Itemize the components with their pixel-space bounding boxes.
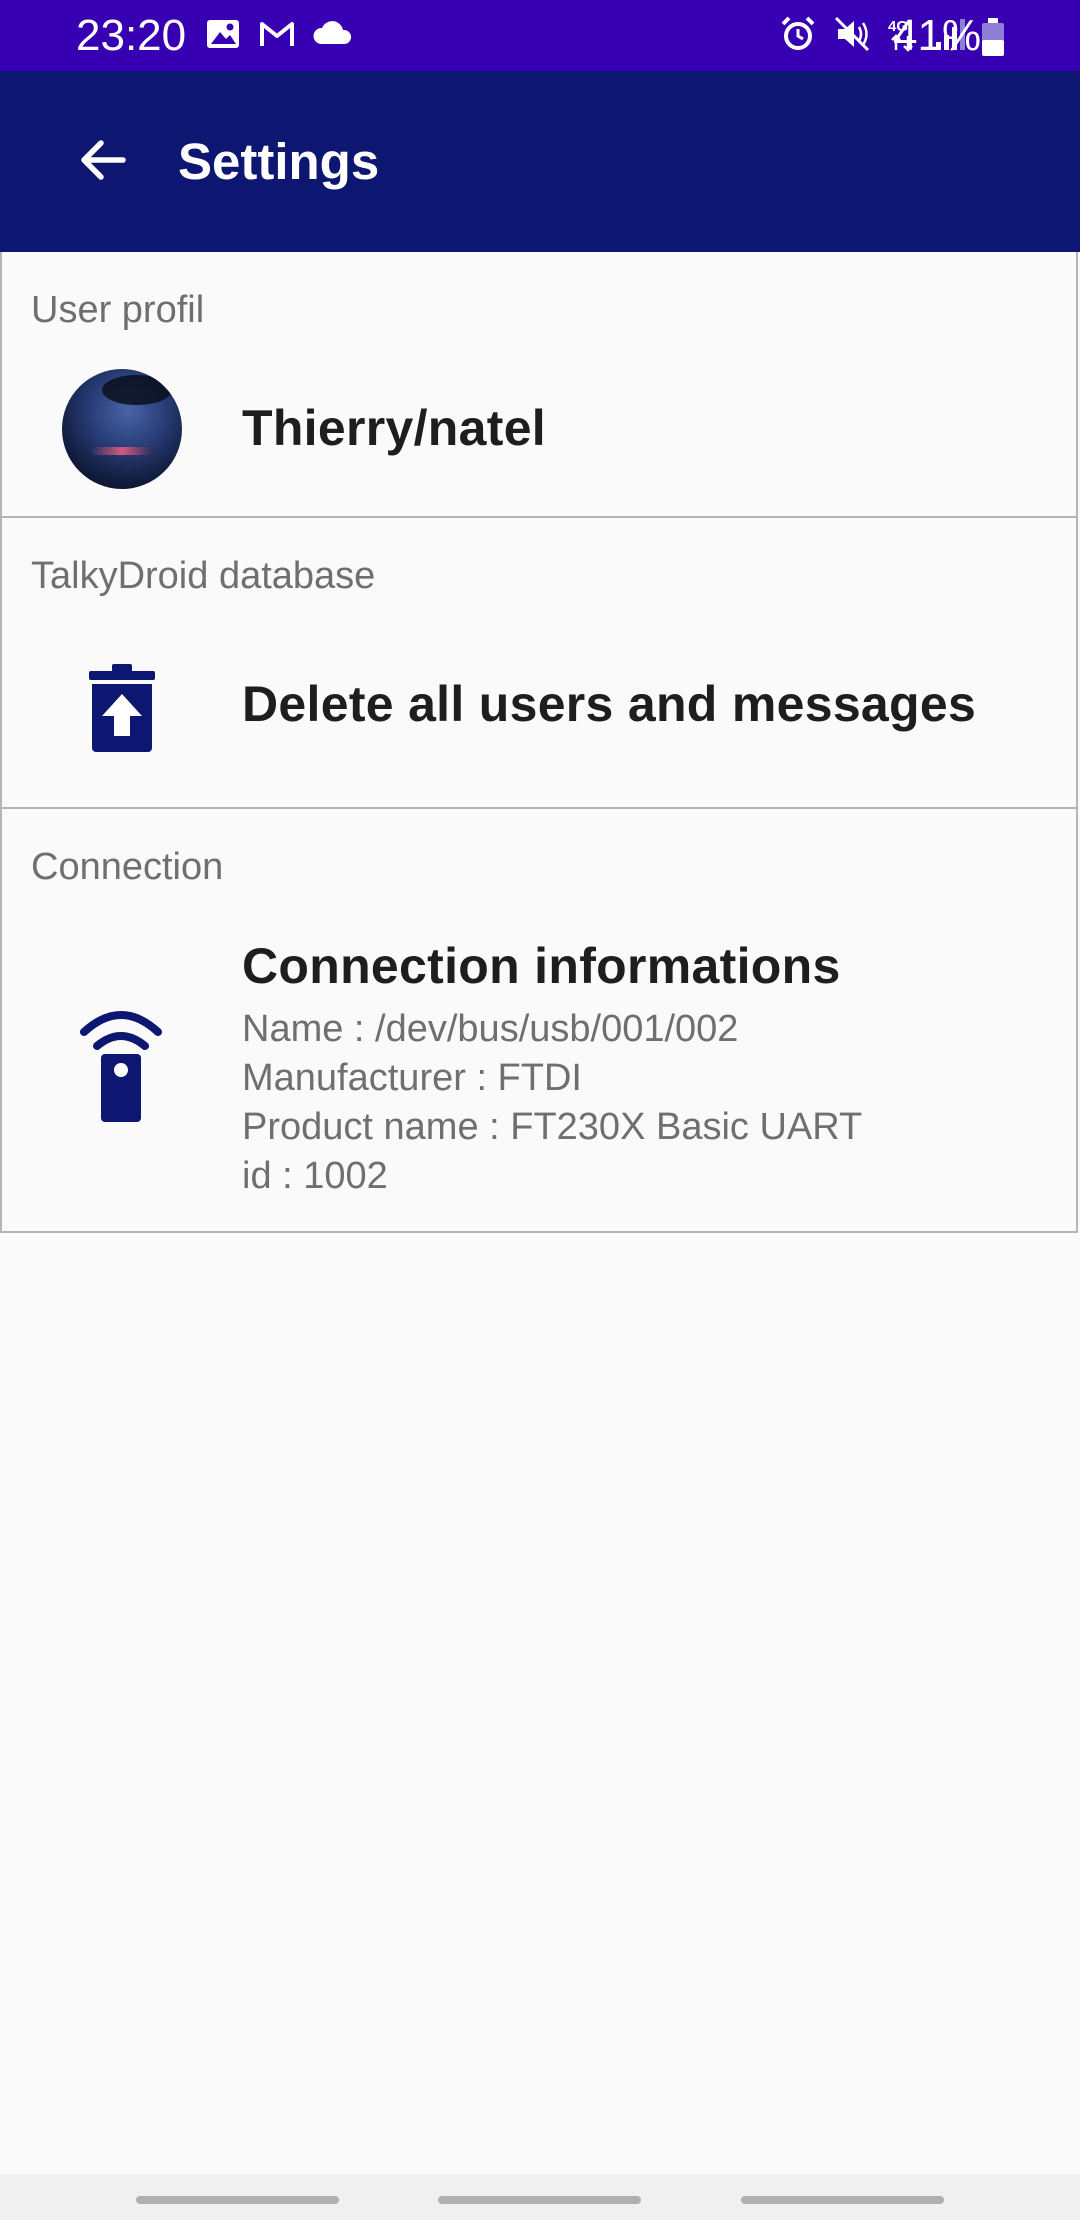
nav-recents-handle[interactable] bbox=[136, 2196, 339, 2204]
status-bar: 23:20 4G 41% bbox=[0, 0, 1080, 71]
back-arrow-icon bbox=[75, 132, 131, 193]
database-section[interactable]: TalkyDroid database Delete all users and… bbox=[0, 518, 1078, 809]
connection-detail-product: Product name : FT230X Basic UART bbox=[242, 1106, 863, 1148]
status-time: 23:20 bbox=[76, 11, 187, 60]
connection-detail-manufacturer: Manufacturer : FTDI bbox=[242, 1057, 582, 1099]
battery-icon bbox=[980, 18, 1006, 63]
avatar-horizon bbox=[92, 447, 152, 455]
avatar[interactable] bbox=[62, 369, 182, 489]
gallery-icon bbox=[203, 14, 243, 59]
section-label-user-profile: User profil bbox=[31, 289, 205, 331]
connection-title: Connection informations bbox=[242, 938, 841, 994]
status-left-icons bbox=[203, 14, 355, 58]
section-label-connection: Connection bbox=[31, 846, 224, 888]
delete-all-button[interactable]: Delete all users and messages bbox=[242, 674, 976, 734]
section-label-database: TalkyDroid database bbox=[31, 555, 376, 597]
avatar-tree bbox=[102, 375, 172, 405]
mute-icon bbox=[832, 14, 872, 59]
alarm-icon bbox=[778, 14, 818, 59]
nav-home-handle[interactable] bbox=[438, 2196, 641, 2204]
connection-detail-name: Name : /dev/bus/usb/001/002 bbox=[242, 1008, 739, 1050]
navigation-bar bbox=[0, 2174, 1080, 2220]
connection-section[interactable]: Connection Connection informations Name … bbox=[0, 809, 1078, 1233]
app-bar: Settings bbox=[0, 71, 1080, 252]
remote-icon bbox=[80, 1004, 162, 1129]
user-profile-section[interactable]: User profil Thierry/natel bbox=[0, 252, 1078, 518]
cloud-icon bbox=[311, 14, 355, 59]
battery-percent: 41% bbox=[893, 11, 982, 60]
page-title: Settings bbox=[178, 133, 380, 190]
delete-icon bbox=[86, 662, 158, 759]
back-button[interactable] bbox=[68, 127, 138, 197]
nav-back-handle[interactable] bbox=[741, 2196, 944, 2204]
connection-detail-id: id : 1002 bbox=[242, 1155, 388, 1197]
gmail-icon bbox=[257, 14, 297, 59]
user-name: Thierry/natel bbox=[242, 400, 546, 456]
